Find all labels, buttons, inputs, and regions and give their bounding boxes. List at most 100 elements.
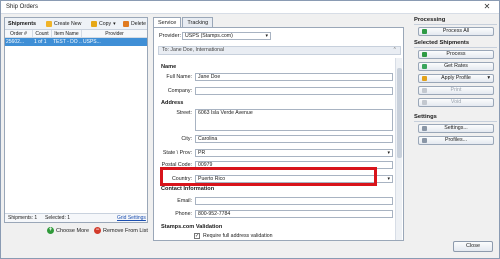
copy-icon <box>91 21 97 27</box>
process-all-button[interactable]: Process All <box>418 27 494 36</box>
window-close-icon[interactable]: ✕ <box>479 2 495 12</box>
grid-settings-link[interactable]: Grid Settings <box>117 214 146 223</box>
delete-button[interactable]: Delete <box>123 20 146 28</box>
minus-icon: − <box>94 227 101 234</box>
process-label: Process <box>446 51 466 57</box>
scroll-thumb[interactable] <box>397 68 402 158</box>
state-select[interactable]: PR ▾ <box>195 149 393 157</box>
settings-label: Settings... <box>444 125 468 131</box>
col-order[interactable]: Order # <box>5 30 33 37</box>
state-value: PR <box>198 150 206 156</box>
country-highlight-box <box>160 167 377 186</box>
col-item-name[interactable]: Item Name <box>52 30 82 37</box>
email-field[interactable] <box>195 197 393 205</box>
contact-section-heading: Contact Information <box>161 186 215 192</box>
window-title: Ship Orders <box>6 4 39 10</box>
cell-order: 25602... <box>6 39 25 45</box>
address-section-heading: Address <box>161 100 184 106</box>
close-button[interactable]: Close <box>453 241 493 252</box>
processing-heading: Processing <box>414 17 497 25</box>
tab-service[interactable]: Service <box>153 17 182 27</box>
void-icon <box>422 100 427 105</box>
full-name-label: Full Name: <box>166 74 192 80</box>
cell-count: 1 of 1 <box>34 39 47 45</box>
detail-tabs: Service Tracking <box>153 17 214 27</box>
gear-icon <box>422 126 427 131</box>
printer-icon <box>422 88 427 93</box>
cell-provider: USPS... <box>83 39 101 45</box>
delete-label: Delete <box>131 21 146 27</box>
provider-select[interactable]: USPS (Stamps.com) ▾ <box>182 32 271 40</box>
profiles-button[interactable]: Profiles... <box>418 136 494 145</box>
require-validation-label: Require full address validation <box>203 233 273 239</box>
delete-icon <box>123 21 129 27</box>
phone-field[interactable]: 800-952-7784 <box>195 210 393 218</box>
process-icon <box>422 52 427 57</box>
email-label: Email: <box>177 198 192 204</box>
street-label: Street: <box>176 110 192 116</box>
settings-heading: Settings <box>414 114 497 122</box>
phone-label: Phone: <box>175 211 192 217</box>
remove-from-list-label: Remove From List <box>103 227 148 234</box>
cell-item: TEST - DO ... <box>53 39 82 45</box>
full-name-field[interactable]: Jane Doe <box>195 73 393 81</box>
settings-button[interactable]: Settings... <box>418 124 494 133</box>
to-address-bar[interactable]: To: Jane Doe, International ⌃ <box>158 46 401 55</box>
get-rates-button[interactable]: Get Rates <box>418 62 494 71</box>
to-address-label: To: Jane Doe, International <box>162 47 225 53</box>
name-section-heading: Name <box>161 64 177 70</box>
copy-dropdown-icon: ▾ <box>113 21 116 27</box>
remove-from-list-button[interactable]: − Remove From List <box>94 227 148 234</box>
city-field[interactable]: Carolina <box>195 135 393 143</box>
street-field[interactable]: 6063 Isla Verde Avenue <box>195 109 393 131</box>
shipments-grid: Order # Count Item Name Provider 25602..… <box>5 30 147 46</box>
shipments-footer: Shipments: 1 Selected: 1 Grid Settings <box>5 213 147 222</box>
chevron-down-icon: ▾ <box>387 150 390 156</box>
process-all-label: Process All <box>442 28 470 34</box>
chevron-down-icon: ▾ <box>487 75 490 81</box>
void-label: Void <box>450 99 462 105</box>
create-new-icon <box>46 21 52 27</box>
collapse-icon[interactable]: ⌃ <box>393 47 397 54</box>
company-field[interactable] <box>195 87 393 95</box>
void-button[interactable]: Void <box>418 98 494 107</box>
col-provider[interactable]: Provider <box>82 30 147 37</box>
selected-count: Selected: 1 <box>45 215 71 221</box>
col-count[interactable]: Count <box>33 30 52 37</box>
shipments-count: Shipments: 1 <box>8 215 38 221</box>
vertical-scrollbar[interactable] <box>395 58 402 240</box>
print-button[interactable]: Print <box>418 86 494 95</box>
apply-profile-label: Apply Profile <box>441 75 471 81</box>
selected-shipments-heading: Selected Shipments <box>414 40 497 48</box>
copy-button[interactable]: Copy ▾ <box>91 20 116 28</box>
create-new-label: Create New <box>54 21 82 27</box>
chevron-down-icon: ▾ <box>387 176 390 182</box>
service-panel: Provider: USPS (Stamps.com) ▾ To: Jane D… <box>153 27 404 241</box>
profiles-label: Profiles... <box>444 137 468 143</box>
title-bar: Ship Orders ✕ <box>1 1 499 14</box>
choose-more-label: Choose More <box>56 227 90 234</box>
tab-tracking[interactable]: Tracking <box>182 17 214 27</box>
state-label: State \ Prov: <box>162 150 192 156</box>
apply-profile-button[interactable]: Apply Profile ▾ <box>418 74 494 83</box>
process-button[interactable]: Process <box>418 50 494 59</box>
copy-label: Copy <box>99 21 112 27</box>
ship-orders-window: Ship Orders ✕ Shipments Create New Copy … <box>0 0 500 259</box>
require-validation-checkbox[interactable]: ✓ <box>194 233 200 239</box>
table-row[interactable]: 25602... 1 of 1 TEST - DO ... USPS... <box>5 38 147 46</box>
profiles-icon <box>422 138 427 143</box>
get-rates-label: Get Rates <box>444 63 468 69</box>
rates-icon <box>422 64 427 69</box>
grid-header: Order # Count Item Name Provider <box>5 30 147 38</box>
validation-section-heading: Stamps.com Validation <box>161 224 223 230</box>
city-label: City: <box>181 136 192 142</box>
create-new-button[interactable]: Create New <box>46 20 81 28</box>
choose-more-button[interactable]: + Choose More <box>47 227 89 234</box>
process-all-icon <box>422 29 427 34</box>
print-label: Print <box>450 87 462 93</box>
profile-icon <box>422 76 427 81</box>
shipments-heading: Shipments <box>8 21 37 27</box>
provider-label: Provider: <box>159 33 182 39</box>
chevron-down-icon: ▾ <box>265 33 268 39</box>
shipments-panel: Shipments Create New Copy ▾ Delete Order… <box>4 17 148 223</box>
